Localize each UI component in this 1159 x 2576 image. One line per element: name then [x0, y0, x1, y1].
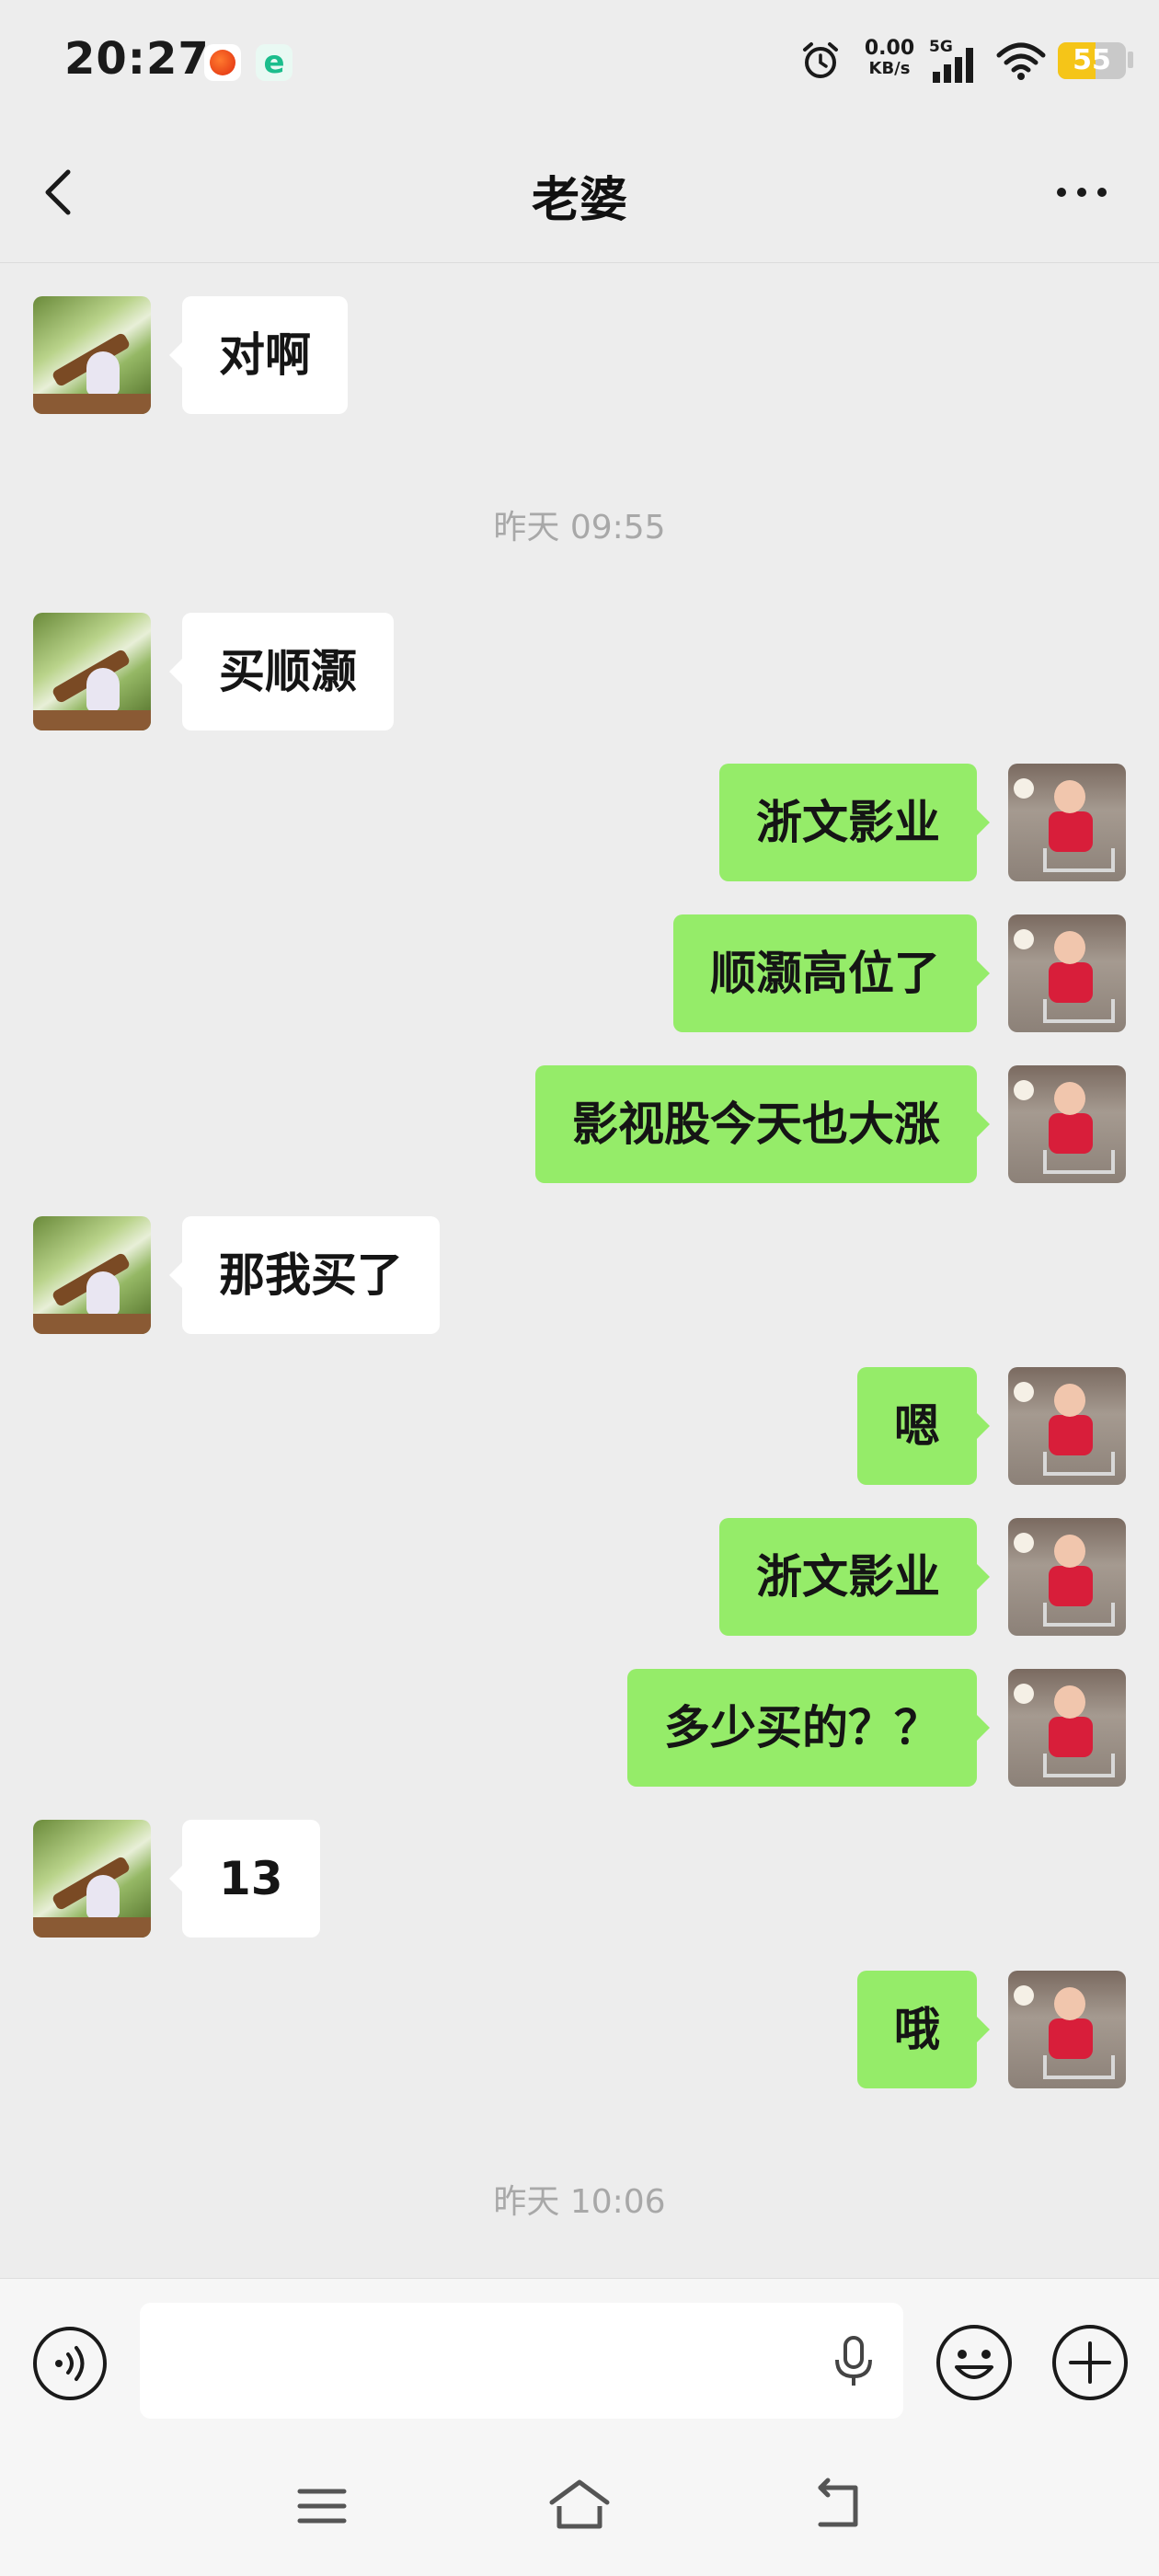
message-bubble-received[interactable]: 对啊 — [169, 296, 348, 414]
network-type-label: 5G — [929, 38, 953, 56]
input-bar — [0, 2278, 1159, 2444]
message-bubble-sent[interactable]: 哦 — [857, 1971, 990, 2088]
message-bubble-sent[interactable]: 浙文影业 — [719, 1518, 990, 1636]
message-row: 浙文影业 — [0, 1518, 1159, 1636]
chat-title: 老婆 — [531, 173, 627, 228]
user-avatar[interactable] — [1008, 1065, 1126, 1183]
message-bubble-sent[interactable]: 多少买的？？ — [627, 1669, 990, 1787]
user-avatar[interactable] — [1008, 1669, 1126, 1787]
menu-icon[interactable] — [293, 2478, 351, 2534]
message-bubble-sent[interactable]: 嗯 — [857, 1367, 990, 1485]
message-input[interactable] — [140, 2303, 903, 2419]
home-icon[interactable] — [546, 2475, 613, 2534]
user-avatar[interactable] — [1008, 1971, 1126, 2088]
back-icon[interactable] — [808, 2475, 866, 2534]
microphone-icon[interactable] — [828, 2334, 879, 2389]
contact-avatar[interactable] — [33, 1820, 151, 1938]
system-navigation-bar — [0, 2444, 1159, 2576]
message-timestamp: 昨天 10:06 — [493, 2183, 666, 2221]
message-row: 多少买的？？ — [0, 1669, 1159, 1787]
message-row: 哦 — [0, 1971, 1159, 2088]
user-avatar[interactable] — [1008, 1367, 1126, 1485]
battery-icon: 55 — [1058, 42, 1126, 79]
user-avatar[interactable] — [1008, 764, 1126, 881]
notification-app-icon — [204, 44, 241, 81]
chat-header: 老婆 — [0, 124, 1159, 263]
battery-level: 55 — [1073, 44, 1111, 76]
network-speed: 0.00 KB/s — [857, 39, 922, 79]
network-speed-value: 0.00 — [864, 37, 915, 60]
message-bubble-received[interactable]: 买顺灏 — [169, 613, 394, 730]
message-bubble-sent[interactable]: 影视股今天也大涨 — [535, 1065, 990, 1183]
contact-avatar[interactable] — [33, 1216, 151, 1334]
message-bubble-received[interactable]: 那我买了 — [169, 1216, 440, 1334]
voice-mode-icon[interactable] — [31, 2325, 109, 2402]
message-timestamp: 昨天 09:55 — [493, 509, 666, 546]
message-row: 嗯 — [0, 1367, 1159, 1485]
cellular-signal-icon: 5G — [929, 38, 973, 83]
wifi-icon — [996, 42, 1046, 80]
contact-avatar[interactable] — [33, 613, 151, 730]
contact-avatar[interactable] — [33, 296, 151, 414]
emoji-icon[interactable] — [935, 2323, 1014, 2402]
status-bar: 20:27 e 0.00 KB/s 5G 55 — [0, 0, 1159, 124]
plus-icon[interactable] — [1050, 2323, 1130, 2402]
status-time: 20:27 — [64, 33, 210, 85]
message-row: 13 — [0, 1820, 1159, 1938]
message-bubble-sent[interactable]: 顺灏高位了 — [673, 914, 990, 1032]
alarm-icon — [803, 42, 838, 78]
message-row: 那我买了 — [0, 1216, 1159, 1334]
message-row: 浙文影业 — [0, 764, 1159, 881]
message-row: 影视股今天也大涨 — [0, 1065, 1159, 1183]
message-row: 顺灏高位了 — [0, 914, 1159, 1032]
network-speed-unit: KB/s — [868, 59, 911, 78]
user-avatar[interactable] — [1008, 914, 1126, 1032]
more-dots-icon[interactable] — [1045, 165, 1119, 220]
message-row: 对啊 — [0, 296, 1159, 414]
message-row: 买顺灏 — [0, 613, 1159, 730]
browser-app-icon: e — [256, 44, 293, 81]
message-bubble-received[interactable]: 13 — [169, 1820, 320, 1938]
user-avatar[interactable] — [1008, 1518, 1126, 1636]
message-bubble-sent[interactable]: 浙文影业 — [719, 764, 990, 881]
battery-cap — [1128, 52, 1133, 68]
message-list[interactable]: 对啊 昨天 09:55 买顺灏 浙文影业 顺灏高位了 影视股今天也大涨 那我买了… — [0, 263, 1159, 2278]
